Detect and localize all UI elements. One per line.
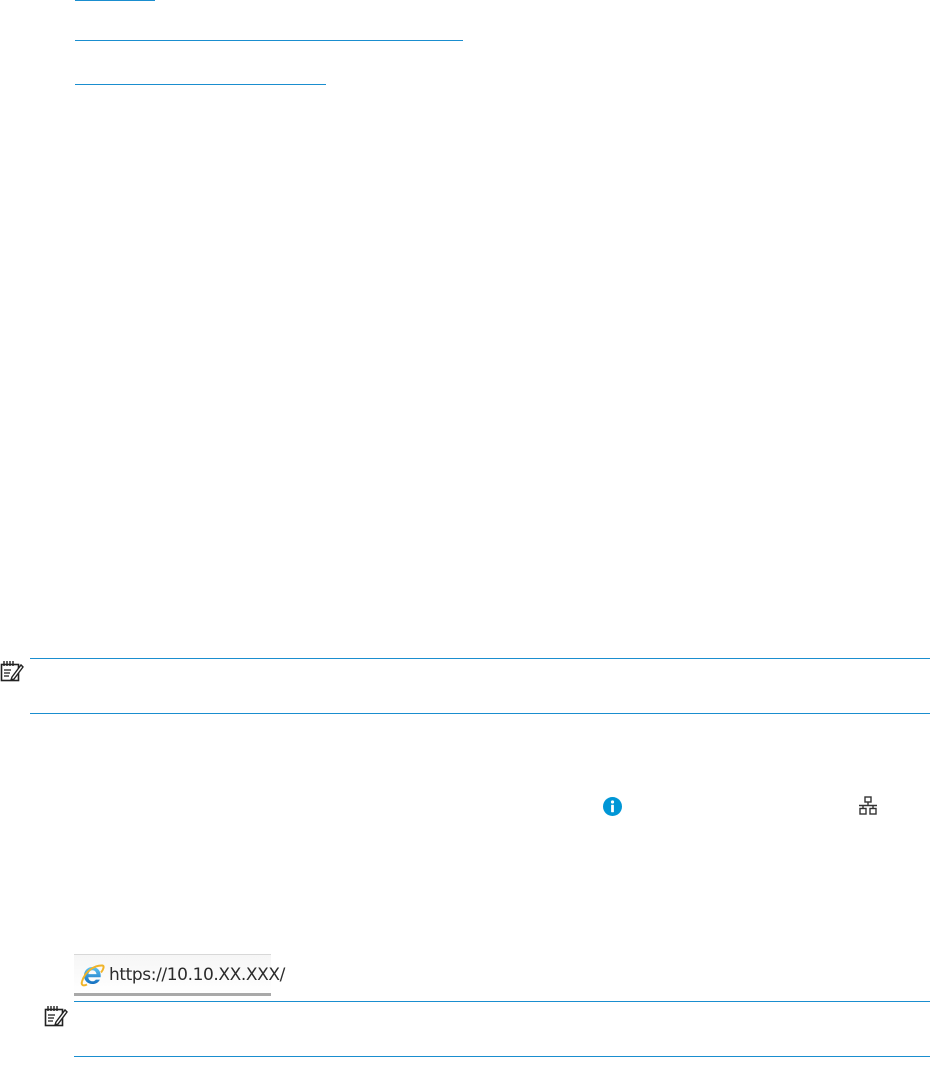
note-bottom-rule: [74, 1056, 930, 1057]
top-link-1[interactable]: [75, 0, 155, 1]
note-bottom-rule: [30, 713, 930, 714]
address-bar-url: https://10.10.XX.XXX/: [109, 965, 285, 985]
note-top-rule: [30, 658, 930, 659]
info-icon: [603, 797, 622, 816]
network-icon: [859, 796, 877, 815]
internet-explorer-icon: [80, 964, 105, 987]
top-link-2[interactable]: [75, 40, 463, 41]
browser-address-bar: https://10.10.XX.XXX/: [74, 954, 285, 996]
note-top-rule: [74, 1001, 930, 1002]
top-link-3[interactable]: [75, 84, 326, 85]
note-icon: [44, 1006, 68, 1027]
note-icon: [0, 661, 24, 682]
